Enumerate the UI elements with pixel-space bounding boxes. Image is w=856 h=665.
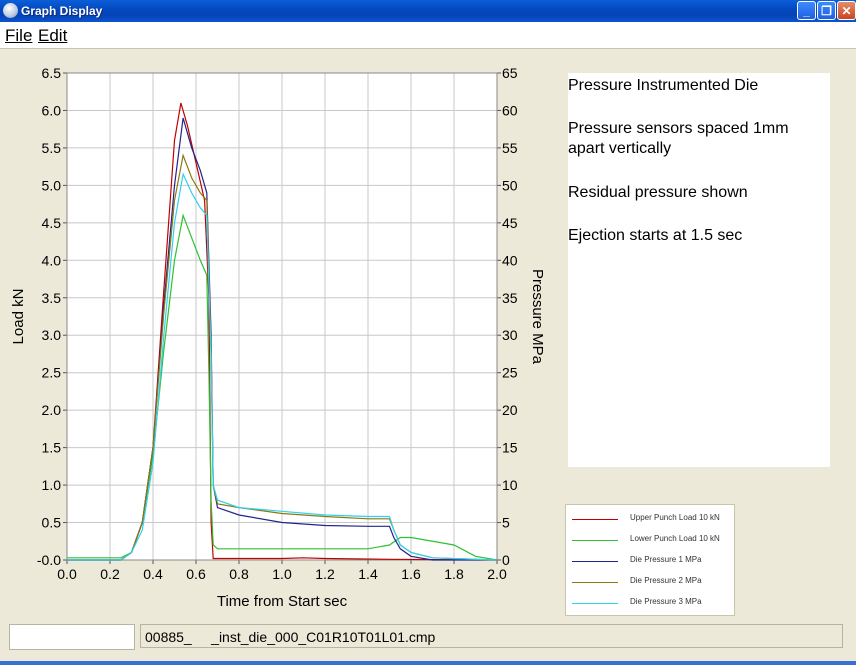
y-tick-label: 3.0 [42, 327, 62, 343]
legend-label: Die Pressure 3 MPa [630, 597, 702, 606]
legend-entry: Die Pressure 3 MPa [572, 597, 732, 609]
y2-tick-label: 5 [502, 515, 510, 531]
graph-chart: 0.0 0.2 0.4 0.6 0.8 1.0 1.2 1.4 1.6 1.8 2.0 -0.0 0.5… [10, 65, 546, 610]
y2-tick-label: 65 [502, 65, 518, 81]
y-tick-label: 0.5 [42, 515, 62, 531]
title-bar: Graph Display _ ❐ ✕ [0, 0, 856, 22]
y-tick-label: 1.0 [42, 477, 62, 493]
y2-tick-label: 10 [502, 477, 518, 493]
legend-swatch [572, 519, 618, 520]
legend-swatch [572, 540, 618, 541]
y-tick-label: 4.5 [42, 215, 62, 231]
x-tick-label: 0.0 [57, 566, 77, 582]
y2-tick-label: 20 [502, 402, 518, 418]
y2-tick-label: 25 [502, 365, 518, 381]
legend-swatch [572, 561, 618, 562]
y2-tick-label: 60 [502, 102, 518, 118]
menu-edit-label: Edit [38, 26, 68, 45]
y-tick-label: 4.0 [42, 252, 62, 268]
y-tick-label: 5.0 [42, 177, 62, 193]
legend-entry: Die Pressure 1 MPa [572, 555, 732, 567]
x-tick-label: 0.4 [143, 566, 163, 582]
legend-entry: Lower Punch Load 10 kN [572, 534, 732, 546]
menu-edit[interactable]: Edit [38, 26, 67, 46]
info-panel: Pressure Instrumented Die Pressure senso… [568, 73, 830, 467]
menu-file[interactable]: File [5, 26, 32, 46]
info-line: Residual pressure shown [568, 184, 748, 201]
y-tick-label: 2.0 [42, 402, 62, 418]
close-button[interactable]: ✕ [837, 1, 856, 20]
y-tick-label: 3.5 [42, 290, 62, 306]
x-axis-label: Time from Start sec [217, 593, 348, 610]
info-line: Pressure Instrumented Die [568, 77, 759, 94]
status-field-left [9, 624, 135, 650]
x-tick-label: 0.2 [100, 566, 120, 582]
legend-label: Lower Punch Load 10 kN [630, 534, 720, 543]
x-tick-label: 0.8 [229, 566, 249, 582]
y-tick-label: 6.0 [42, 102, 62, 118]
legend-swatch [572, 582, 618, 583]
y-tick-label: 5.5 [42, 140, 62, 156]
chart-legend: Upper Punch Load 10 kN Lower Punch Load 1… [565, 504, 735, 616]
info-line: Ejection starts at 1.5 sec [568, 227, 743, 244]
x-tick-label: 1.2 [315, 566, 335, 582]
legend-entry: Die Pressure 2 MPa [572, 576, 732, 588]
y-tick-label: 1.5 [42, 440, 62, 456]
y2-tick-label: 0 [502, 552, 510, 568]
y-tick-label: 2.5 [42, 365, 62, 381]
y2-tick-label: 30 [502, 327, 518, 343]
legend-entry: Upper Punch Load 10 kN [572, 513, 732, 525]
legend-label: Die Pressure 2 MPa [630, 576, 702, 585]
x-tick-label: 1.8 [444, 566, 464, 582]
status-filename: 00885_ _inst_die_000_C01R10T01L01.cmp [140, 624, 843, 648]
window-title: Graph Display [21, 4, 103, 18]
y2-axis-label: Pressure MPa [529, 269, 546, 365]
y-tick-label: 6.5 [42, 65, 62, 81]
x-tick-label: 0.6 [186, 566, 206, 582]
x-tick-label: 2.0 [487, 566, 507, 582]
y2-tick-label: 45 [502, 215, 518, 231]
y2-tick-label: 35 [502, 290, 518, 306]
menu-file-label: File [5, 26, 33, 45]
y2-tick-label: 15 [502, 440, 518, 456]
taskbar-edge [0, 661, 856, 665]
y-axis-label: Load kN [10, 289, 27, 345]
y2-tick-label: 50 [502, 177, 518, 193]
y-tick-label: -0.0 [37, 552, 61, 568]
x-tick-label: 1.0 [272, 566, 292, 582]
app-icon [3, 3, 18, 18]
x-tick-label: 1.4 [358, 566, 378, 582]
x-tick-label: 1.6 [401, 566, 421, 582]
restore-button[interactable]: ❐ [817, 1, 836, 20]
y2-tick-label: 40 [502, 252, 518, 268]
minimize-button[interactable]: _ [797, 1, 816, 20]
legend-label: Die Pressure 1 MPa [630, 555, 702, 564]
y2-tick-label: 55 [502, 140, 518, 156]
info-line: Pressure sensors spaced 1mm apart vertic… [568, 120, 789, 157]
menu-bar: File Edit [0, 22, 856, 49]
legend-swatch [572, 603, 618, 604]
legend-label: Upper Punch Load 10 kN [630, 513, 720, 522]
